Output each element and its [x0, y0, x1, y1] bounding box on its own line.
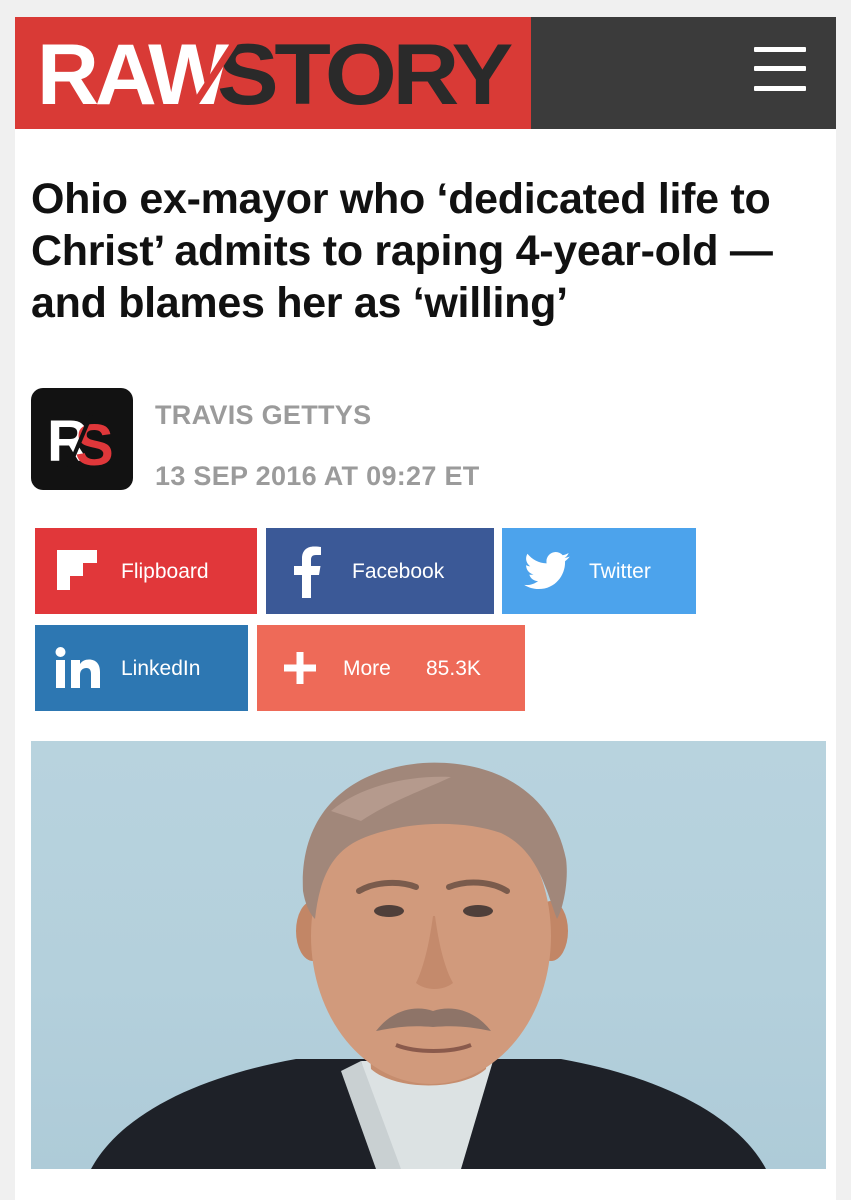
- plus-icon: [284, 652, 316, 684]
- linkedin-label: LinkedIn: [121, 657, 201, 680]
- facebook-icon: [292, 546, 322, 598]
- twitter-icon: [524, 552, 570, 590]
- article-headline: Ohio ex-mayor who ‘dedicated life to Chr…: [31, 175, 773, 327]
- share-count: 85.3K: [426, 657, 481, 680]
- more-label: More: [343, 657, 391, 680]
- twitter-label: Twitter: [589, 560, 651, 583]
- more-share-button[interactable]: More 85.3K: [257, 625, 525, 711]
- flipboard-share-button[interactable]: Flipboard: [35, 528, 257, 614]
- svg-text:STORY: STORY: [217, 33, 512, 113]
- facebook-share-button[interactable]: Facebook: [266, 528, 494, 614]
- linkedin-icon: [55, 647, 101, 689]
- twitter-share-button[interactable]: Twitter: [502, 528, 696, 614]
- site-header: RAW STORY: [15, 17, 836, 129]
- hamburger-menu-icon[interactable]: [754, 47, 806, 91]
- author-name[interactable]: TRAVIS GETTYS: [155, 400, 371, 431]
- article-container: Ohio ex-mayor who ‘dedicated life to Chr…: [15, 129, 836, 1200]
- publish-date: 13 SEP 2016 AT 09:27 ET: [155, 461, 480, 491]
- author-avatar[interactable]: R S: [31, 388, 133, 490]
- article-featured-photo[interactable]: [31, 741, 826, 1169]
- flipboard-icon: [57, 550, 97, 590]
- flipboard-label: Flipboard: [121, 560, 209, 583]
- rawstory-logo[interactable]: RAW STORY: [15, 17, 531, 129]
- facebook-label: Facebook: [352, 560, 445, 583]
- linkedin-share-button[interactable]: LinkedIn: [35, 625, 248, 711]
